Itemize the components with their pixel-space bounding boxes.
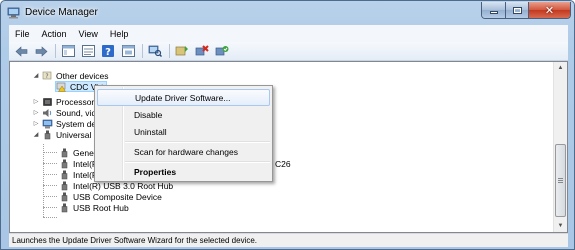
- properties-icon: [81, 45, 95, 57]
- properties-button[interactable]: [80, 44, 96, 59]
- maximize-icon: [512, 6, 522, 14]
- close-button[interactable]: ✕: [529, 2, 570, 18]
- menu-file[interactable]: File: [9, 29, 36, 39]
- show-hidden-icon: [121, 45, 135, 57]
- tree-item-label: USB Root Hub: [73, 202, 129, 213]
- window-title: Device Manager: [25, 7, 98, 18]
- uninstall-button[interactable]: [194, 44, 210, 59]
- toolbar-separator: [55, 44, 56, 58]
- expand-arrow-icon[interactable]: ▷: [32, 98, 40, 106]
- system-devices-icon: [42, 119, 53, 128]
- title-bar[interactable]: Device Manager ✕: [1, 1, 575, 25]
- context-menu: Update Driver Software... Disable Uninst…: [94, 85, 273, 182]
- back-button[interactable]: [13, 44, 29, 59]
- scan-hardware-button[interactable]: [147, 44, 163, 59]
- menu-scan-hardware-changes[interactable]: Scan for hardware changes: [97, 143, 270, 160]
- tree-item-label-fragment: C26: [275, 158, 291, 169]
- usb-device-icon: [61, 170, 68, 179]
- back-icon: [15, 45, 27, 57]
- tree-item-label: USB Composite Device: [73, 191, 162, 202]
- show-hidden-button[interactable]: [120, 44, 136, 59]
- toolbar: ?: [9, 42, 568, 61]
- menu-action[interactable]: Action: [36, 29, 73, 39]
- scroll-down-arrow-icon[interactable]: ▼: [554, 220, 567, 232]
- tree-line: [43, 152, 57, 153]
- scroll-up-arrow-icon[interactable]: ▲: [554, 62, 567, 74]
- speaker-icon: [43, 108, 52, 117]
- usb-device-icon: [61, 203, 68, 212]
- status-bar: Launches the Update Driver Software Wiza…: [9, 233, 568, 247]
- svg-text:?: ?: [45, 73, 48, 80]
- menu-bar: File Action View Help: [9, 25, 568, 42]
- toolbar-separator: [169, 44, 170, 58]
- close-icon: ✕: [544, 4, 555, 17]
- tree-item-usb-child[interactable]: USB Composite Device: [59, 191, 162, 202]
- tree-item-system-devices[interactable]: ▷ System devi: [32, 118, 103, 129]
- vertical-scrollbar[interactable]: ▲ ▼: [553, 62, 567, 232]
- tree-line: [43, 207, 57, 208]
- device-manager-window: Device Manager ✕ File Action View Help ?: [0, 0, 575, 250]
- other-devices-icon: ?: [42, 71, 52, 80]
- tree-line: [43, 196, 57, 197]
- forward-icon: [35, 45, 47, 57]
- status-text: Launches the Update Driver Software Wiza…: [12, 236, 258, 245]
- warning-device-icon: [56, 82, 66, 92]
- help-icon: ?: [102, 45, 114, 57]
- menu-disable[interactable]: Disable: [97, 106, 270, 123]
- tree-item-label: Processors: [56, 96, 99, 107]
- scrollbar-thumb[interactable]: [555, 144, 566, 217]
- update-driver-button[interactable]: [174, 44, 190, 59]
- maximize-button[interactable]: [506, 2, 529, 18]
- toolbar-separator: [142, 44, 143, 58]
- caption-buttons: ✕: [481, 2, 571, 19]
- update-driver-icon: [175, 46, 188, 56]
- usb-device-icon: [61, 159, 68, 168]
- menu-update-driver-software[interactable]: Update Driver Software...: [97, 89, 270, 106]
- help-button[interactable]: ?: [100, 44, 116, 59]
- tree-item-label: Other devices: [56, 70, 109, 81]
- tree-item-processors[interactable]: ▷ Processors: [32, 96, 99, 107]
- tree-line: [43, 163, 57, 164]
- menu-view[interactable]: View: [73, 29, 104, 39]
- expand-arrow-icon[interactable]: ▷: [32, 120, 40, 128]
- tree-item-label: Intel(R) USB 3.0 Root Hub: [73, 180, 174, 191]
- menu-uninstall[interactable]: Uninstall: [97, 123, 270, 140]
- device-manager-icon: [7, 7, 20, 19]
- grip-icon: [558, 178, 563, 183]
- menu-help[interactable]: Help: [104, 29, 135, 39]
- processor-icon: [43, 97, 52, 106]
- enable-button[interactable]: [214, 44, 230, 59]
- tree-item-usb-child[interactable]: USB Root Hub: [59, 202, 129, 213]
- menu-properties[interactable]: Properties: [97, 163, 270, 180]
- collapse-arrow-icon[interactable]: ◢: [32, 72, 40, 80]
- usb-device-icon: [61, 192, 68, 201]
- usb-icon: [44, 130, 51, 139]
- tree-line: [43, 185, 57, 186]
- enable-icon: [215, 46, 229, 56]
- device-tree-pane[interactable]: ◢ ? Other devices CDC Virt ▷ Processors …: [9, 61, 568, 233]
- tree-line: [43, 174, 57, 175]
- expand-arrow-icon[interactable]: ▷: [32, 109, 40, 117]
- console-tree-icon: [61, 45, 75, 57]
- minimize-button[interactable]: [482, 2, 506, 18]
- minimize-icon: [489, 11, 498, 14]
- tree-line: [43, 217, 57, 218]
- usb-device-icon: [61, 181, 68, 190]
- scan-hardware-icon: [148, 45, 162, 57]
- collapse-arrow-icon[interactable]: ◢: [32, 131, 40, 139]
- usb-device-icon: [61, 148, 68, 157]
- uninstall-icon: [195, 45, 209, 56]
- tree-item-other-devices[interactable]: ◢ ? Other devices: [32, 70, 109, 81]
- svg-text:?: ?: [105, 47, 111, 57]
- console-tree-button[interactable]: [60, 44, 76, 59]
- forward-button[interactable]: [33, 44, 49, 59]
